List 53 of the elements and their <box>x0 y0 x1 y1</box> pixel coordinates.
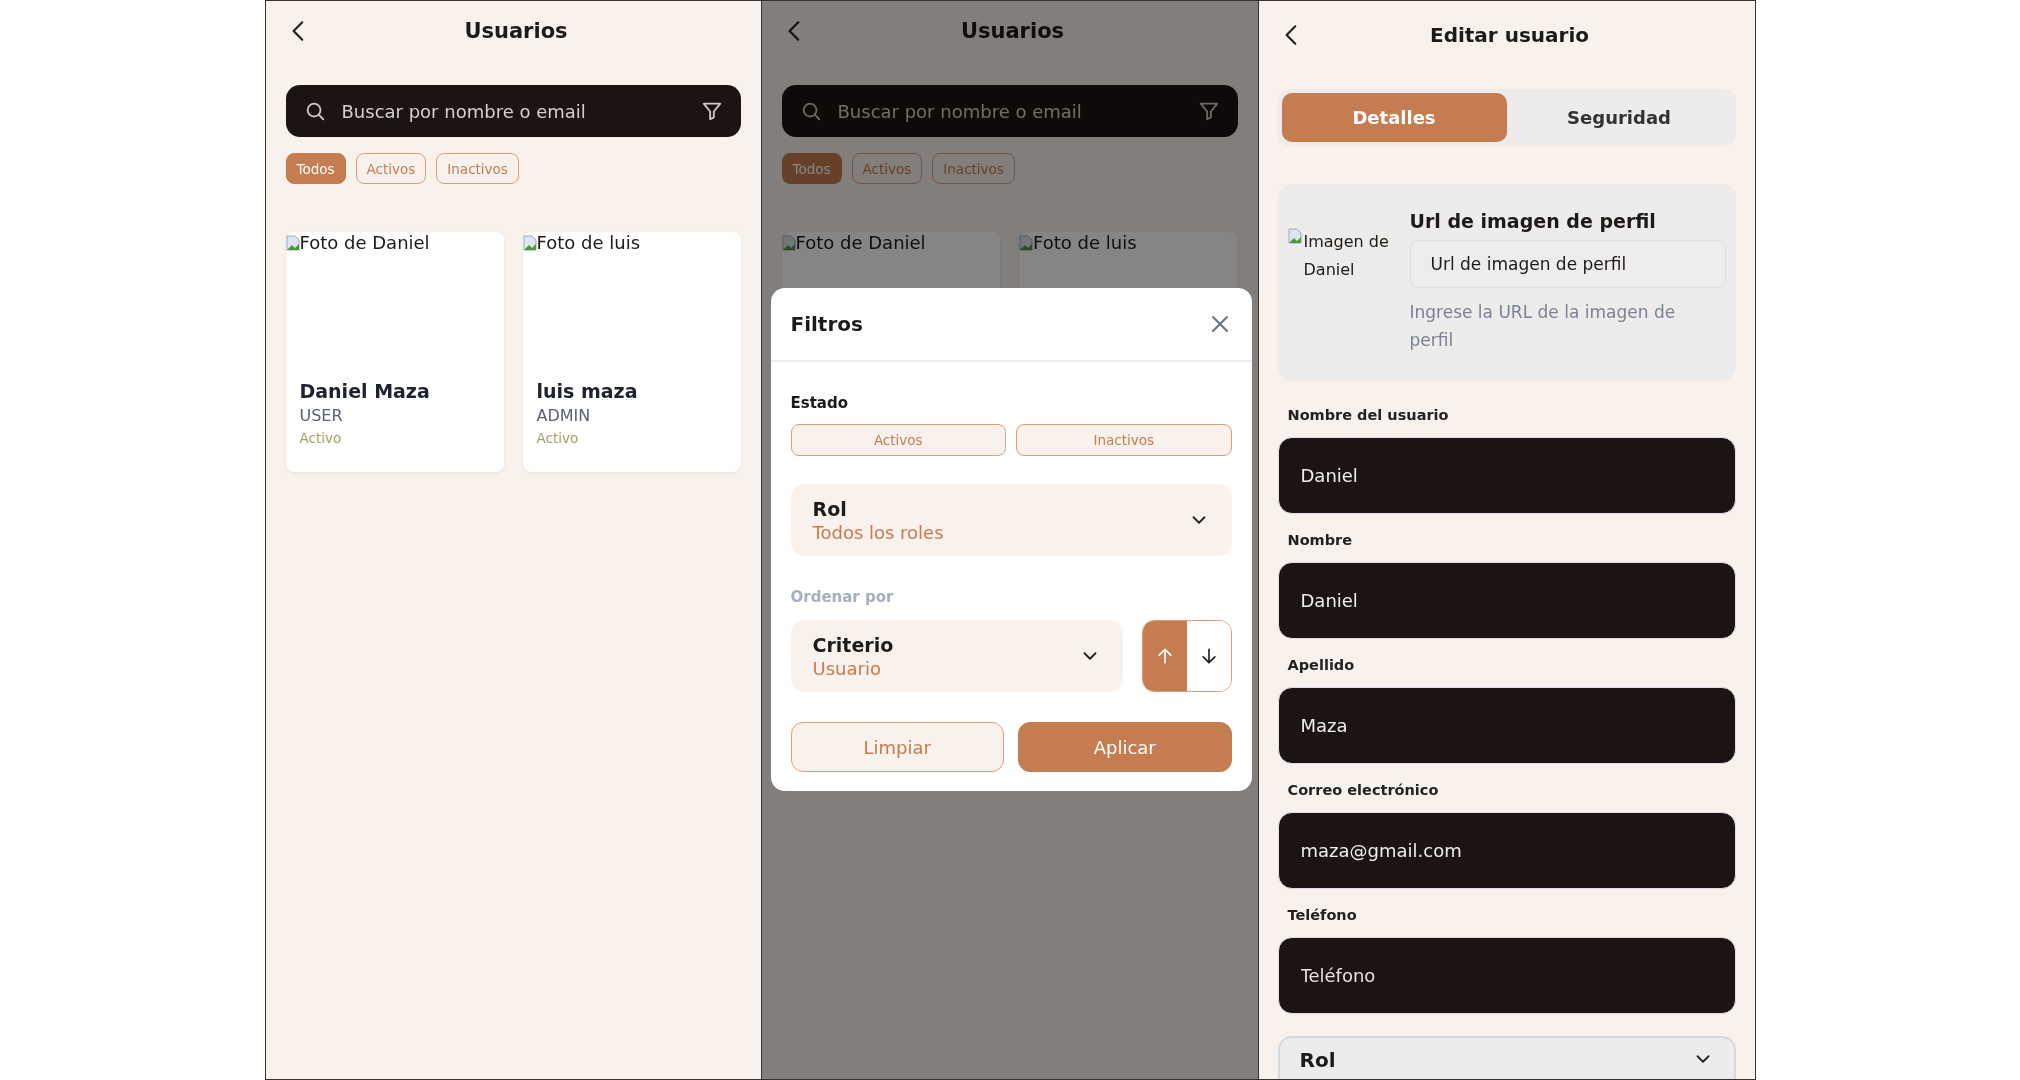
section-label: Ordenar por <box>790 588 895 606</box>
search-field[interactable]: Buscar por nombre o email <box>781 85 1238 137</box>
select-label: Criterio <box>812 633 894 656</box>
user-role: ADMIN <box>536 406 592 425</box>
tab[interactable]: Seguridad <box>1506 93 1732 142</box>
sort-ascending-button[interactable] <box>1142 621 1187 691</box>
broken-image-icon <box>781 235 796 251</box>
broken-image-icon <box>285 235 300 251</box>
field-label: Correo electrónico <box>1287 782 1440 798</box>
search-field[interactable]: Buscar por nombre o email <box>285 85 741 137</box>
photo-alt-text: Foto de Daniel <box>795 232 926 254</box>
field-label: Apellido <box>1287 657 1356 673</box>
text-input[interactable]: Daniel <box>1277 437 1736 514</box>
screen-title: Usuarios <box>959 19 1066 43</box>
field-hint: Ingrese la URL de la imagen de perfil <box>1409 301 1677 352</box>
user-role: USER <box>299 406 344 425</box>
role-select[interactable]: Rol Todos los roles <box>790 484 1232 556</box>
filter-icon[interactable] <box>700 100 723 122</box>
photo-alt-text: Foto de luis <box>536 232 641 254</box>
photo-alt-text: Foto de Daniel <box>299 232 430 254</box>
section-label: Estado <box>790 394 849 412</box>
broken-image-icon <box>1287 228 1302 244</box>
text-input[interactable]: maza@gmail.com <box>1277 812 1736 889</box>
broken-image-icon <box>522 235 537 251</box>
screen-title: Usuarios <box>463 19 569 43</box>
user-status: Activo <box>299 430 343 446</box>
text-input[interactable]: Teléfono <box>1277 937 1736 1014</box>
image-alt-text: Imagen de Daniel <box>1303 231 1390 281</box>
select-label: Rol <box>1299 1048 1336 1074</box>
photo-alt-text: Foto de luis <box>1033 232 1137 254</box>
sort-select[interactable]: Criterio Usuario <box>790 620 1123 692</box>
field-title: Url de imagen de perfil <box>1409 210 1657 232</box>
text-input[interactable]: Daniel <box>1277 562 1736 639</box>
url-input[interactable]: Url de imagen de perfil <box>1409 240 1726 288</box>
sheet-title: Filtros <box>790 312 863 336</box>
broken-image-icon <box>1019 235 1033 251</box>
field-label: Nombre del usuario <box>1287 407 1450 423</box>
field-label: Teléfono <box>1287 907 1358 923</box>
user-card[interactable]: Foto de Daniel Daniel Maza USER Activo <box>285 232 504 472</box>
role-select[interactable]: Rol <box>1277 1036 1736 1079</box>
field-label: Nombre <box>1287 532 1354 548</box>
user-name: Daniel Maza <box>299 380 431 402</box>
search-input[interactable]: Buscar por nombre o email <box>339 99 687 123</box>
search-input[interactable]: Buscar por nombre o email <box>835 99 1184 123</box>
user-card[interactable]: Foto de luis luis maza ADMIN Activo <box>522 232 741 472</box>
select-label: Rol <box>812 497 848 520</box>
screen-title: Editar usuario <box>1428 23 1591 47</box>
user-name: luis maza <box>536 380 639 402</box>
select-value: Usuario <box>812 657 882 679</box>
user-status: Activo <box>536 430 580 446</box>
text-input[interactable]: Maza <box>1277 687 1736 764</box>
select-value: Todos los roles <box>812 521 944 543</box>
sort-direction-toggle[interactable] <box>1141 620 1232 692</box>
